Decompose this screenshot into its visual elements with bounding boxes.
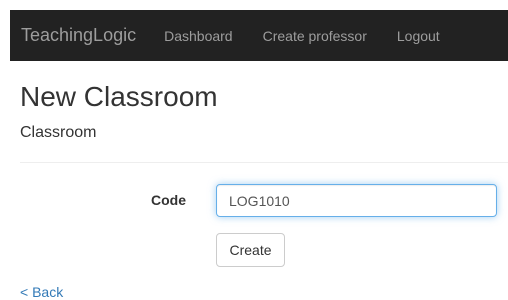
brand-link[interactable]: TeachingLogic — [21, 25, 136, 46]
code-label: Code — [151, 192, 186, 208]
nav-link-create-professor[interactable]: Create professor — [263, 28, 367, 44]
back-link[interactable]: < Back — [20, 284, 63, 300]
page-subtitle: Classroom — [20, 124, 97, 141]
top-navbar: TeachingLogic Dashboard Create professor… — [10, 10, 508, 61]
code-input[interactable] — [216, 184, 497, 217]
page-title: New Classroom — [20, 81, 218, 112]
divider — [20, 162, 508, 163]
nav-link-logout[interactable]: Logout — [397, 28, 440, 44]
create-button[interactable]: Create — [216, 233, 285, 267]
nav-link-dashboard[interactable]: Dashboard — [164, 28, 233, 44]
